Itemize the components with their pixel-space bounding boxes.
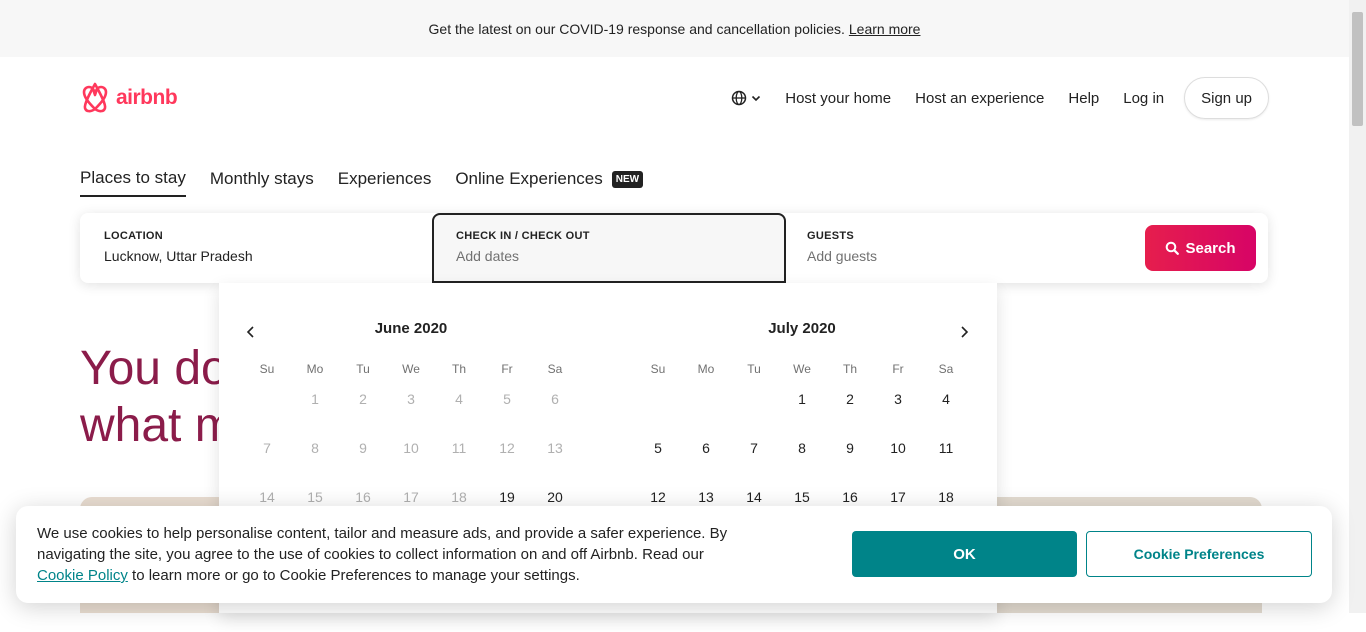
new-badge: NEW [611,170,644,188]
empty-day-cell [730,387,778,436]
host-an-experience-link[interactable]: Host an experience [915,90,1044,107]
weekday-label: Tu [356,362,370,376]
cookie-preferences-button[interactable]: Cookie Preferences [1086,531,1312,577]
calendar-day[interactable]: 9 [826,436,874,485]
month-title: July 2020 [768,320,836,337]
cookie-text-after: to learn more or go to Cookie Preference… [132,567,580,584]
weekday-label: Tu [747,362,761,376]
learn-more-link[interactable]: Learn more [849,21,921,37]
calendar-day: 10 [403,440,419,456]
weekday-label: Mo [697,362,715,376]
empty-day-cell [682,387,730,436]
guests-label: GUESTS [807,230,855,242]
location-field[interactable]: LOCATION Lucknow, Uttar Pradesh [80,213,432,283]
page-scrollbar[interactable] [1349,0,1366,613]
weekday-label: Su [259,362,275,376]
weekday-label: Sa [938,362,954,376]
tab-experiences[interactable]: Experiences [338,168,432,197]
sign-up-button[interactable]: Sign up [1184,77,1269,119]
calendar-day: 8 [311,440,319,456]
search-button-label: Search [1185,239,1236,257]
calendar-day: 5 [503,391,511,407]
weekday-label: Su [650,362,666,376]
airbnb-logo-icon [82,82,108,113]
calendar-day: 2 [359,391,367,407]
dates-field[interactable]: CHECK IN / CHECK OUT Add dates [432,213,786,283]
dates-input[interactable]: Add dates [456,248,519,264]
search-bar: LOCATION Lucknow, Uttar Pradesh CHECK IN… [80,213,1268,283]
language-selector[interactable] [731,90,761,106]
tab-label: Experiences [337,169,432,188]
scrollbar-thumb[interactable] [1352,12,1363,126]
month-title: June 2020 [374,320,448,337]
hero-heading: You do what m [80,340,235,454]
location-label: LOCATION [104,230,164,242]
weekday-header: Su Mo Tu We Th Fr Sa [243,362,579,376]
calendar-day[interactable]: 7 [730,436,778,485]
weekday-label: Th [451,362,466,376]
log-in-link[interactable]: Log in [1123,90,1164,107]
calendar-day[interactable]: 5 [634,436,682,485]
weekday-label: Mo [306,362,324,376]
calendar-day: 6 [551,391,559,407]
hero-line-1: You do [80,342,228,395]
cookie-policy-link[interactable]: Cookie Policy [37,567,128,584]
calendar-day[interactable]: 8 [778,436,826,485]
tab-places-to-stay[interactable]: Places to stay [80,168,186,197]
tab-label: Online Experiences [455,169,603,188]
tab-monthly-stays[interactable]: Monthly stays [210,168,314,197]
calendar-day: 13 [547,440,563,456]
weekday-label: Fr [501,362,513,376]
covid-banner: Get the latest on our COVID-19 response … [0,0,1349,57]
calendar-day[interactable]: 11 [922,436,970,485]
weekday-label: We [793,362,811,376]
search-icon [1166,241,1180,255]
calendar-day: 4 [455,391,463,407]
search-button[interactable]: Search [1145,225,1256,271]
tab-label: Monthly stays [209,169,314,188]
calendar-day[interactable]: 6 [682,436,730,485]
airbnb-logo[interactable]: airbnb [80,81,178,114]
cookie-text-before: We use cookies to help personalise conte… [37,525,728,563]
location-input[interactable]: Lucknow, Uttar Pradesh [104,248,253,264]
logo-text: airbnb [116,85,178,109]
tab-label: Places to stay [80,168,186,187]
calendar-day[interactable]: 3 [874,387,922,436]
calendar-day: 12 [499,440,515,456]
calendar-day: 11 [451,440,467,456]
weekday-label: Sa [547,362,563,376]
calendar-day: 9 [359,440,367,456]
top-nav: Host your home Host an experience Help L… [707,77,1269,119]
tab-online-experiences[interactable]: Online Experiences NEW [455,168,644,197]
guests-input[interactable]: Add guests [807,248,877,264]
cookie-banner: We use cookies to help personalise conte… [16,506,1332,603]
host-your-home-link[interactable]: Host your home [785,90,891,107]
calendar-day[interactable]: 2 [826,387,874,436]
calendar-day: 7 [263,440,271,456]
calendar-day[interactable]: 10 [874,436,922,485]
hero-line-2: what m [80,399,235,452]
dates-label: CHECK IN / CHECK OUT [456,230,590,242]
cookie-ok-button[interactable]: OK [852,531,1077,577]
chevron-down-icon [752,95,761,102]
globe-icon [732,90,747,106]
help-link[interactable]: Help [1068,90,1099,107]
calendar-day[interactable]: 1 [778,387,826,436]
guests-field[interactable]: GUESTS Add guests [783,213,1133,283]
calendar-day: 3 [407,391,415,407]
weekday-header: Su Mo Tu We Th Fr Sa [634,362,970,376]
weekday-label: Th [842,362,857,376]
banner-text: Get the latest on our COVID-19 response … [428,20,845,37]
search-tabs: Places to stay Monthly stays Experiences… [80,168,667,197]
cookie-message: We use cookies to help personalise conte… [37,523,737,586]
weekday-label: Fr [892,362,904,376]
calendar-day: 1 [311,391,319,407]
calendar-day[interactable]: 4 [922,387,970,436]
empty-day-cell [634,387,682,436]
weekday-label: We [402,362,420,376]
header: airbnb Host your home Host an experience… [80,77,1269,119]
empty-day-cell [243,387,291,436]
